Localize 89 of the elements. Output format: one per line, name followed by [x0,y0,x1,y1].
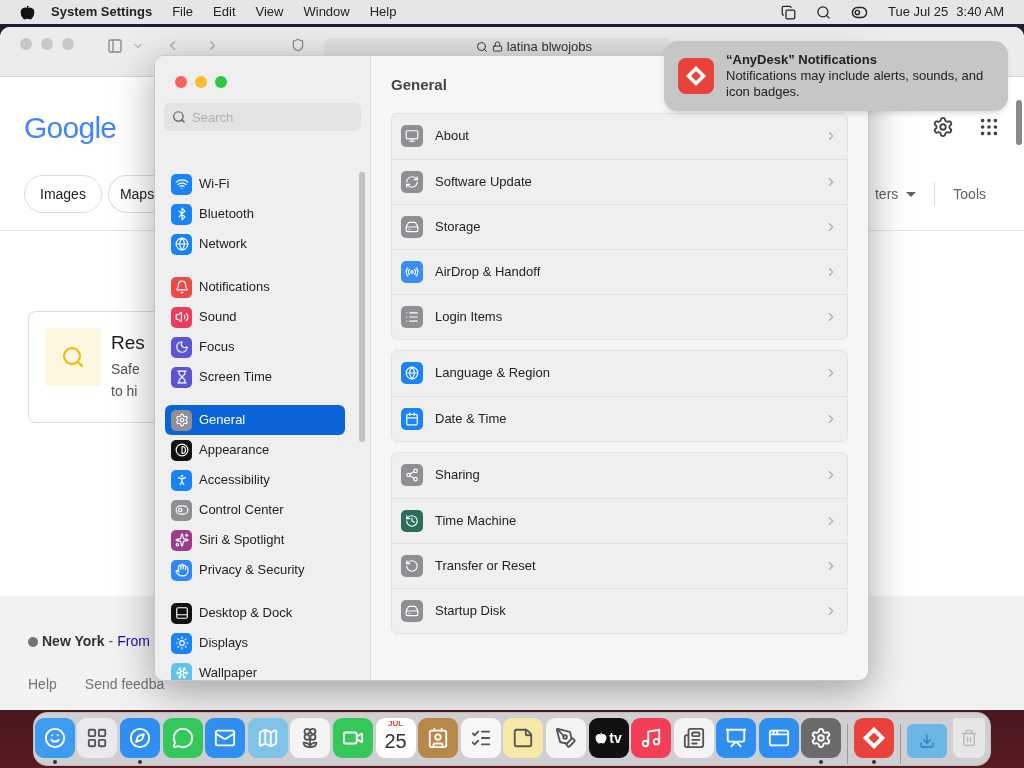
sidebar-item[interactable]: Bluetooth [165,199,345,229]
sidebar-item[interactable]: Control Center [165,495,345,525]
result-text: to hi [111,382,139,401]
sidebar-item[interactable]: Desktop & Dock [165,598,345,628]
apps-grid-icon[interactable] [978,116,1000,138]
settings-row[interactable]: Storage [392,203,847,249]
menu-item[interactable]: File [172,2,194,22]
footer-link[interactable]: Send feedba [84,674,165,695]
lock-icon [491,41,503,52]
keynote-icon[interactable] [716,718,757,758]
app-menu[interactable]: System Settings [51,2,153,22]
tv-label: tv [609,728,622,748]
sidebar-item[interactable]: Focus [165,332,345,362]
settings-icon[interactable] [932,116,954,138]
calendar-day: 25 [384,730,407,752]
pane-title: General [391,75,447,95]
settings-row[interactable]: Language & Region [392,350,847,396]
sidebar-item[interactable]: Sound [165,302,345,332]
calendar-month: JUL [387,718,404,730]
sidebar-item[interactable]: Network [165,229,345,259]
caret-icon [906,191,917,197]
sidebar-item[interactable]: Notifications [165,272,345,302]
menu-item[interactable]: Help [369,2,397,22]
zoom-button[interactable] [215,76,227,88]
sidebar-item[interactable]: Wallpaper [165,658,345,680]
menu-time[interactable]: 3:40 AM [956,2,1004,22]
mail-icon[interactable] [205,718,246,758]
address-bar[interactable]: latina blwojobs [324,38,672,55]
settings-icon[interactable] [801,718,842,758]
compass-icon[interactable] [119,718,160,758]
settings-row[interactable]: AirDrop & Handoff [392,248,847,294]
filters-menu[interactable]: ters [874,183,917,205]
address-text: latina blwojobs [506,37,592,56]
launchpad-icon[interactable] [77,718,118,758]
menu-item[interactable]: Window [303,2,350,22]
anydesk-icon [678,58,714,94]
menu-item[interactable]: Edit [213,2,236,22]
apple-icon [595,732,608,744]
sidebar-icon[interactable] [107,38,123,54]
search-icon [61,345,85,369]
search-icon [172,110,186,124]
sidebar-item[interactable]: Siri & Spotlight [165,525,345,555]
sidebar-item[interactable]: Wi-Fi [165,169,345,199]
calendar-app-icon[interactable]: JUL 25 [375,718,416,758]
apple-menu-icon[interactable] [20,4,35,20]
result-title: Res [111,331,145,355]
location-link[interactable]: From [117,631,150,652]
sidebar-scrollbar[interactable] [359,172,365,442]
settings-row[interactable]: Date & Time [392,395,847,441]
sidebar-item[interactable]: General [165,405,345,435]
scrollbar-thumb[interactable] [1016,100,1022,145]
result-text: Safe [111,360,141,379]
sidebar-item[interactable]: Appearance [165,435,345,465]
news-icon[interactable] [673,718,714,758]
reminders-icon[interactable] [460,718,501,758]
screen-mirroring-icon[interactable] [781,4,797,20]
notification-title: “AnyDesk” Notifications [726,52,878,68]
settings-row[interactable]: Startup Disk [392,587,847,633]
sidebar-item[interactable]: Privacy & Security [165,555,345,585]
shield-icon[interactable] [291,38,305,52]
tools-button[interactable]: Tools [953,183,986,205]
photos-icon[interactable] [290,718,331,758]
settings-row[interactable]: Transfer or Reset [392,542,847,588]
settings-row[interactable]: Time Machine [392,497,847,543]
sidebar-item[interactable]: Screen Time [165,362,345,392]
search-icon [475,40,488,53]
downloads-folder-icon[interactable] [906,724,947,758]
messages-icon[interactable] [162,718,203,758]
settings-row[interactable]: About [392,113,847,159]
menu-item[interactable]: View [255,2,284,22]
footer-link[interactable]: Help [28,674,57,695]
settings-row[interactable]: Software Update [392,158,847,204]
freeform-icon[interactable] [545,718,586,758]
search-icon[interactable] [816,4,832,20]
settings-row[interactable]: Login Items [392,293,847,339]
notification-toast[interactable]: “AnyDesk” Notifications Notifications may include alerts, sounds, and icon badges. [664,41,1008,111]
logo[interactable]: Google [24,104,117,150]
sidebar-item[interactable]: Displays [165,628,345,658]
tv-app-icon[interactable]: tv [588,718,629,758]
contacts-icon[interactable] [418,718,459,758]
close-button[interactable] [175,76,187,88]
notification-body: Notifications may include alerts, sounds, and icon badges. [726,68,985,100]
location-name: New York [42,632,105,651]
separator-text: - [108,632,114,651]
notes-icon[interactable] [503,718,544,758]
settings-row[interactable]: Sharing [392,452,847,498]
music-icon[interactable] [631,718,672,758]
menu-date[interactable]: Tue Jul 25 [888,2,949,22]
sidebar-item[interactable]: Accessibility [165,465,345,495]
